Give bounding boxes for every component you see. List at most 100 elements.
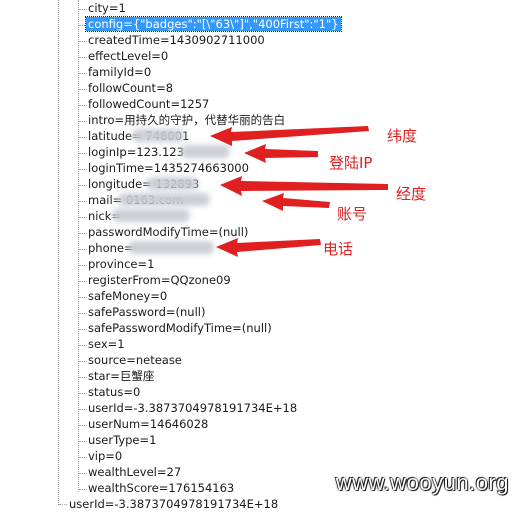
tree-node-label: userType=1 [88, 433, 157, 447]
tree-connector [79, 265, 87, 266]
tree-connector [79, 121, 87, 122]
tree-node-label: wealthLevel=27 [88, 465, 182, 479]
tree-node-label: safePassword=(null) [88, 305, 206, 319]
tree-connector [79, 73, 87, 74]
arrow-login-ip [244, 144, 318, 163]
tree-guide-line-outer [58, 0, 59, 505]
annotation-latitude: 纬度 [387, 127, 418, 145]
redaction-blur [132, 129, 184, 142]
tree-connector [79, 9, 87, 10]
tree-node[interactable]: vip=0 [88, 449, 122, 464]
tree-node-label: star=巨蟹座 [88, 369, 155, 383]
tree-connector [79, 329, 87, 330]
tree-connector [79, 249, 87, 250]
tree-node-label: loginTime=1435274663000 [88, 161, 249, 175]
tree-connector [79, 185, 87, 186]
tree-node[interactable]: followCount=8 [88, 81, 173, 96]
tree-node[interactable]: source=netease [88, 353, 182, 368]
tree-connector [79, 281, 87, 282]
tree-connector [79, 233, 87, 234]
tree-node-label: safePasswordModifyTime=(null) [88, 321, 272, 335]
tree-node-label: vip=0 [88, 449, 123, 463]
tree-connector [79, 345, 87, 346]
tree-node[interactable]: familyId=0 [88, 65, 151, 80]
tree-node-label: passwordModifyTime=(null) [88, 225, 249, 239]
tree-node[interactable]: wealthLevel=27 [88, 465, 181, 480]
tree-node[interactable]: city=1 [88, 1, 126, 16]
redaction-blur [146, 177, 198, 190]
annotation-longitude: 经度 [396, 185, 427, 203]
tree-node[interactable]: passwordModifyTime=(null) [88, 225, 248, 240]
tree-node[interactable]: safePassword=(null) [88, 305, 205, 320]
tree-node[interactable]: province=1 [88, 257, 154, 272]
tree-node[interactable]: createdTime=1430902711000 [88, 33, 265, 48]
arrow-latitude [210, 126, 369, 146]
annotation-account: 账号 [337, 205, 368, 223]
tree-connector [79, 313, 87, 314]
tree-node[interactable]: wealthScore=176154163 [88, 481, 234, 496]
tree-connector [79, 441, 87, 442]
tree-connector [79, 169, 87, 170]
tree-node-label: followCount=8 [88, 81, 174, 95]
tree-node[interactable]: star=巨蟹座 [88, 369, 154, 384]
tree-node[interactable]: registerFrom=QQzone09 [88, 273, 231, 288]
tree-connector [79, 297, 87, 298]
tree-node-label: phone= [88, 241, 134, 255]
annotation-login-ip: 登陆IP [329, 154, 373, 172]
annotation-phone: 电话 [323, 240, 354, 258]
redaction-blur [112, 209, 190, 222]
tree-connector [79, 153, 87, 154]
tree-node-label: province=1 [88, 257, 155, 271]
tree-node[interactable]: userType=1 [88, 433, 156, 448]
tree-connector [79, 361, 87, 362]
tree-connector [79, 105, 87, 106]
tree-node[interactable]: safePasswordModifyTime=(null) [88, 321, 272, 336]
tree-node-label: safeMoney=0 [88, 289, 168, 303]
tree-node-label: loginIp=123.123 [88, 145, 184, 159]
tree-connector [79, 489, 87, 490]
tree-node-label: intro=用持久的守护，代替华丽的告白 [88, 113, 286, 127]
tree-node-label: effectLevel=0 [88, 49, 169, 63]
tree-node-label: followedCount=1257 [88, 97, 210, 111]
tree-node-label: city=1 [88, 1, 126, 15]
tree-connector [79, 409, 87, 410]
tree-connector [79, 425, 87, 426]
tree-node[interactable]: intro=用持久的守护，代替华丽的告白 [88, 113, 285, 128]
tree-connector [79, 137, 87, 138]
redaction-blur [128, 241, 214, 254]
arrow-account [262, 193, 330, 211]
tree-node[interactable]: config={"badges":"[\"63\"]","400First":"… [85, 16, 342, 32]
tree-node-label: familyId=0 [88, 65, 152, 79]
tree-node-label: userNum=14646028 [88, 417, 209, 431]
tree-node-label: status=0 [88, 385, 141, 399]
tree-node[interactable]: effectLevel=0 [88, 49, 168, 64]
tree-node[interactable]: loginTime=1435274663000 [88, 161, 249, 176]
tree-node[interactable]: status=0 [88, 385, 140, 400]
redaction-blur [180, 145, 230, 158]
redaction-blur [118, 193, 210, 206]
tree-node[interactable]: followedCount=1257 [88, 97, 209, 112]
tree-connector [79, 377, 87, 378]
tree-node[interactable]: phone= [88, 241, 134, 256]
tree-node-label: userId=-3.3873704978191734E+18 [88, 401, 298, 415]
tree-connector [79, 393, 87, 394]
tree-node-label: wealthScore=176154163 [88, 481, 235, 495]
tree-node[interactable]: userId=-3.3873704978191734E+18 [88, 401, 297, 416]
tree-connector [79, 25, 87, 26]
tree-node[interactable]: safeMoney=0 [88, 289, 167, 304]
tree-connector [79, 41, 87, 42]
arrow-longitude [220, 176, 388, 196]
tree-connector [59, 504, 67, 505]
tree-node-label: createdTime=1430902711000 [88, 33, 265, 47]
tree-connector [79, 89, 87, 90]
tree-connector [79, 457, 87, 458]
tree-connector [79, 201, 87, 202]
tree-connector [79, 473, 87, 474]
tree-connector [79, 57, 87, 58]
tree-node-label: registerFrom=QQzone09 [88, 273, 231, 287]
tree-node[interactable]: userNum=14646028 [88, 417, 208, 432]
tree-node[interactable]: sex=1 [88, 337, 125, 352]
watermark: www.wooyun.org [335, 470, 509, 495]
tree-node-label: config={"badges":"[\"63\"]","400First":"… [85, 16, 342, 32]
tree-node[interactable]: loginIp=123.123 [88, 145, 184, 160]
